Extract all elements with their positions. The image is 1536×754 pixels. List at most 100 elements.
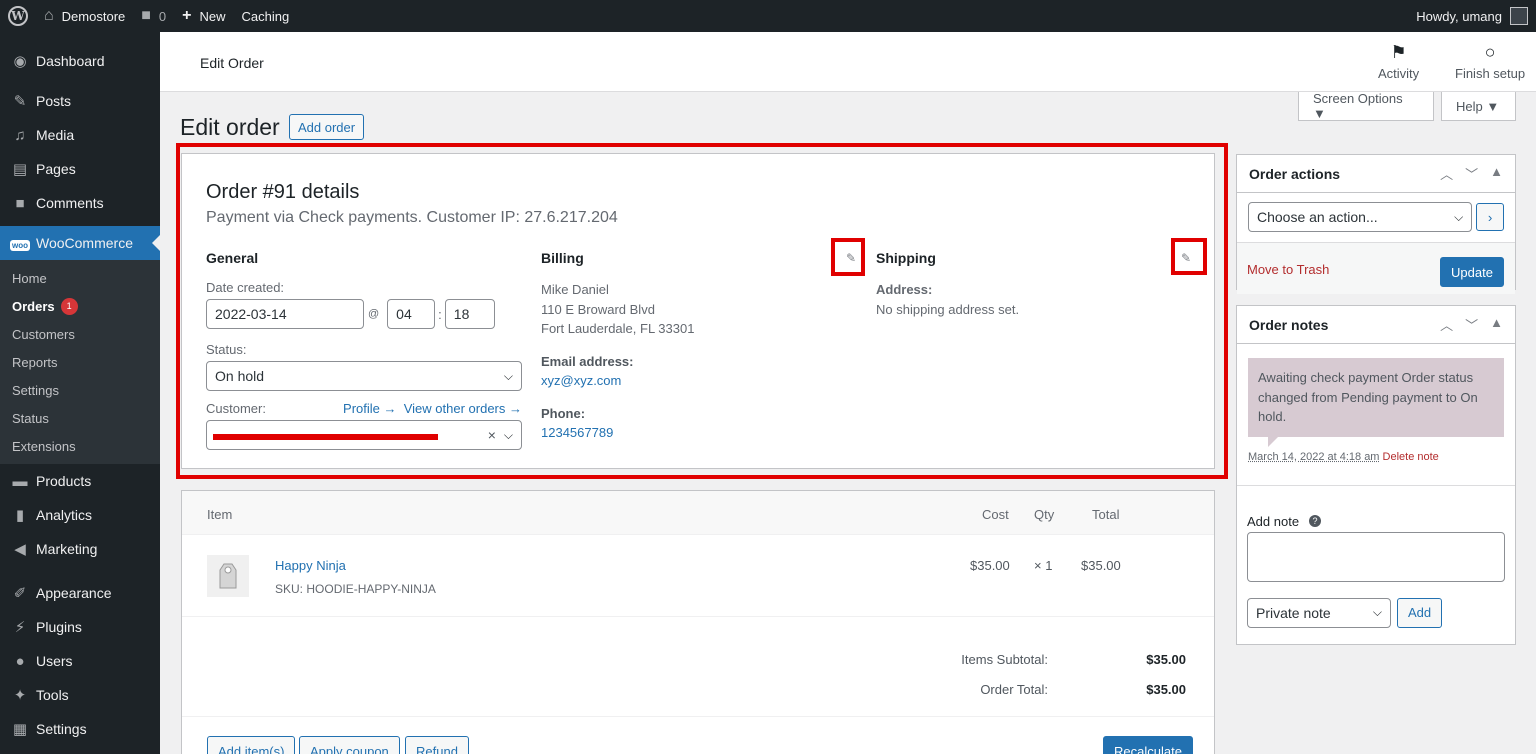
menu-posts[interactable]: ✎ Posts [0, 84, 160, 118]
woocommerce-icon: woo [10, 235, 30, 252]
orders-count-badge: 1 [60, 297, 78, 315]
order-notes-title: Order notes [1249, 316, 1329, 333]
comment-icon: ■ [15, 194, 25, 212]
submenu-orders[interactable]: Orders 1 [0, 292, 160, 320]
pin-icon: ✎ [13, 93, 27, 110]
megaphone-icon: ◀ [14, 541, 26, 558]
item-column-header: Item [207, 507, 233, 522]
chevron-right-icon: › [1487, 209, 1493, 225]
menu-tools[interactable]: ✦ Tools [0, 678, 160, 712]
wordpress-icon: W [8, 6, 28, 26]
menu-appearance[interactable]: ✐ Appearance [0, 576, 160, 610]
admin-bar: W ⌂ Demostore ■ 0 + New Caching Howdy, u… [0, 0, 1536, 32]
submenu-label: Orders [12, 298, 55, 314]
order-notes-box: Order notes ︿ ﹀ ▲ Awaiting check payment O… [1236, 305, 1516, 645]
activity-button[interactable]: ⚑ Activity [1378, 42, 1419, 81]
item-total: $35.00 [1081, 558, 1121, 573]
caching-menu[interactable]: Caching [234, 0, 298, 32]
menu-marketing[interactable]: ◀ Marketing [0, 532, 160, 566]
settings-icon: ▦ [12, 721, 28, 738]
note-type-value: Private note [1256, 604, 1331, 621]
product-link[interactable]: Happy Ninja [275, 558, 346, 573]
chevron-up-icon[interactable]: ︿ [1440, 315, 1453, 334]
menu-woocommerce[interactable]: woo WooCommerce [0, 226, 160, 260]
note-textarea[interactable] [1247, 531, 1505, 582]
table-row: Happy Ninja SKU: HOODIE-HAPPY-NINJA $35.… [182, 535, 1214, 617]
comments-menu[interactable]: ■ 0 [133, 0, 174, 32]
home-icon: ⌂ [44, 7, 54, 24]
item-qty: × 1 [1034, 558, 1053, 573]
menu-label: Media [36, 127, 75, 143]
menu-comments[interactable]: ■ Comments [0, 186, 160, 220]
highlight-box-details [176, 143, 1228, 479]
howdy-text: Howdy, umang [1416, 8, 1502, 24]
comments-count: 0 [158, 8, 167, 24]
menu-dashboard[interactable]: ◉ Dashboard [0, 44, 160, 78]
order-action-select[interactable]: Choose an action... ⌵ [1248, 202, 1473, 232]
products-icon: ▬ [12, 472, 28, 490]
woocommerce-submenu: Home Orders 1 Customers Reports Settings … [0, 260, 160, 464]
move-to-trash-link[interactable]: Move to Trash [1247, 262, 1329, 277]
submenu-settings[interactable]: Settings [0, 376, 160, 404]
submenu-home[interactable]: Home [0, 264, 160, 292]
subtotal-value: $35.00 [1146, 652, 1186, 667]
screen-options-button[interactable]: Screen Options ▼ [1298, 91, 1434, 121]
order-actions-header: Order actions ︿ ﹀ ▲ [1237, 155, 1515, 193]
chevron-down-icon[interactable]: ﹀ [1465, 315, 1478, 334]
add-note-button[interactable]: Add [1397, 597, 1443, 628]
menu-users[interactable]: ● Users [0, 644, 160, 678]
wrench-icon: ✦ [13, 687, 27, 704]
menu-label: Pages [36, 161, 76, 177]
woocommerce-header: Edit Order ⚑ Activity ○ Finish setup [160, 32, 1536, 92]
order-action-value: Choose an action... [1257, 209, 1378, 225]
menu-label: Marketing [36, 541, 98, 557]
chevron-up-icon[interactable]: ︿ [1440, 164, 1453, 183]
submenu-reports[interactable]: Reports [0, 348, 160, 376]
toggle-panel-icon[interactable]: ▲ [1490, 315, 1503, 334]
order-totals: Items Subtotal: $35.00 Order Total: $35.… [182, 617, 1214, 717]
product-thumbnail [207, 555, 249, 597]
submenu-extensions[interactable]: Extensions [0, 432, 160, 460]
avatar [1510, 7, 1528, 25]
menu-media[interactable]: ♫ Media [0, 118, 160, 152]
delete-note-link[interactable]: Delete note [1383, 451, 1439, 463]
menu-analytics[interactable]: ▮ Analytics [0, 498, 160, 532]
pages-icon: ▤ [12, 161, 28, 178]
apply-coupon-button[interactable]: Apply coupon [299, 736, 400, 754]
apply-action-button[interactable]: › [1476, 203, 1504, 231]
help-button[interactable]: Help ▼ [1441, 92, 1516, 121]
toggle-panel-icon[interactable]: ▲ [1490, 164, 1503, 183]
update-button[interactable]: Update [1440, 257, 1504, 287]
recalculate-button[interactable]: Recalculate [1103, 736, 1193, 754]
notes-list: Awaiting check payment Order status chan… [1237, 344, 1515, 463]
flag-icon: ⚑ [1390, 42, 1407, 62]
help-tip-icon[interactable]: ? [1309, 515, 1322, 527]
activity-label: Activity [1378, 66, 1420, 81]
product-sku: SKU: HOODIE-HAPPY-NINJA [275, 582, 436, 596]
menu-products[interactable]: ▬ Products [0, 464, 160, 498]
menu-label: WooCommerce [36, 235, 133, 251]
note-content: Awaiting check payment Order status chan… [1248, 358, 1504, 446]
finish-setup-button[interactable]: ○ Finish setup [1455, 42, 1525, 81]
menu-settings[interactable]: ▦ Settings [0, 712, 160, 746]
brush-icon: ✐ [13, 585, 27, 602]
account-menu[interactable]: Howdy, umang [1408, 0, 1536, 32]
note-type-select[interactable]: Private note ⌵ [1247, 597, 1391, 628]
new-content-menu[interactable]: + New [174, 0, 233, 32]
item-cost: $35.00 [970, 558, 1010, 573]
submenu-status[interactable]: Status [0, 404, 160, 432]
menu-plugins[interactable]: ⚡ Plugins [0, 610, 160, 644]
wp-logo-menu[interactable]: W [0, 0, 36, 32]
refund-button[interactable]: Refund [405, 736, 469, 754]
subtotal-label: Items Subtotal: [961, 652, 1048, 667]
chevron-down-icon[interactable]: ﹀ [1465, 164, 1478, 183]
add-items-button[interactable]: Add item(s) [207, 736, 296, 754]
menu-label: Plugins [36, 619, 82, 635]
add-order-button[interactable]: Add order [289, 114, 365, 140]
site-name-menu[interactable]: ⌂ Demostore [36, 0, 133, 32]
highlight-box-shipping-edit [1171, 238, 1207, 275]
menu-pages[interactable]: ▤ Pages [0, 152, 160, 186]
chevron-down-icon: ⌵ [1454, 209, 1464, 224]
submenu-customers[interactable]: Customers [0, 320, 160, 348]
woo-badge: woo [10, 239, 30, 251]
